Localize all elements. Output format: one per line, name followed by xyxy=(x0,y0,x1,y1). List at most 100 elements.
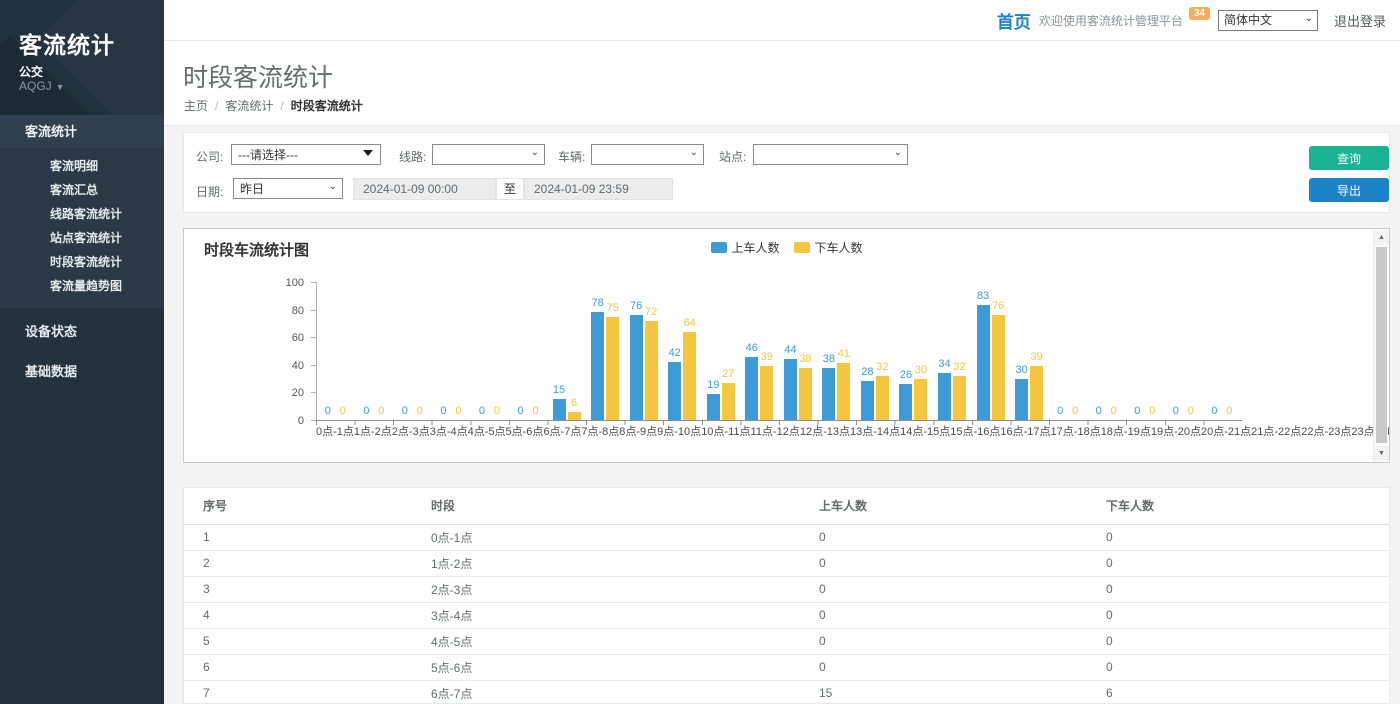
table-row[interactable]: 10点-1点00 xyxy=(184,524,1389,550)
sidebar-item-trend-chart[interactable]: 客流量趋势图 xyxy=(0,274,164,298)
bar-group: 8376 xyxy=(971,282,1010,420)
bar-value-label: 0 xyxy=(378,406,384,417)
home-link[interactable]: 首页 xyxy=(997,8,1031,33)
sidebar-item-base-data[interactable]: 基础数据 xyxy=(0,356,164,388)
bar-value-label: 0 xyxy=(517,406,523,417)
bar-value-label: 34 xyxy=(938,359,950,370)
chart-vertical-scrollbar[interactable]: ▲ ▼ xyxy=(1373,230,1388,461)
bar-group: 3039 xyxy=(1010,282,1049,420)
bar[interactable] xyxy=(938,373,951,420)
query-button[interactable]: 查询 xyxy=(1309,146,1389,170)
line-select[interactable] xyxy=(432,144,545,165)
table-row[interactable]: 43点-4点00 xyxy=(184,602,1389,628)
bar[interactable] xyxy=(630,315,643,420)
bar[interactable] xyxy=(645,321,658,420)
bar-group: 00 xyxy=(1125,282,1164,420)
bar[interactable] xyxy=(822,368,835,420)
bar[interactable] xyxy=(799,368,812,420)
table-row[interactable]: 65点-6点00 xyxy=(184,654,1389,680)
bar-wrap: 83 xyxy=(977,282,990,420)
bar-value-label: 38 xyxy=(823,354,835,365)
bar-value-label: 76 xyxy=(992,301,1004,312)
bar[interactable] xyxy=(722,383,735,420)
export-button[interactable]: 导出 xyxy=(1309,178,1389,202)
x-axis-tick-label: 20点-21点 xyxy=(1201,427,1251,438)
bar[interactable] xyxy=(876,376,889,420)
table-row[interactable]: 21点-2点00 xyxy=(184,550,1389,576)
scroll-up-arrow-icon[interactable]: ▲ xyxy=(1374,230,1389,245)
bar[interactable] xyxy=(1030,366,1043,420)
bar-wrap: 39 xyxy=(1030,282,1043,420)
bar[interactable] xyxy=(553,399,566,420)
bar[interactable] xyxy=(606,317,619,421)
bar[interactable] xyxy=(837,363,850,420)
logout-link[interactable]: 退出登录 xyxy=(1334,11,1386,30)
language-select[interactable]: 简体中文 xyxy=(1218,10,1318,31)
chart-x-labels: 0点-1点1点-2点2点-3点3点-4点4点-5点5点-6点6点-7点7点-8点… xyxy=(316,427,1241,438)
legend-item[interactable]: 上车人数 xyxy=(710,239,779,256)
notification-badge[interactable]: 34 xyxy=(1189,7,1210,20)
bar-wrap: 0 xyxy=(437,282,450,420)
date-preset-select[interactable]: 昨日 xyxy=(233,178,343,199)
sidebar-item-passenger-detail[interactable]: 客流明细 xyxy=(0,154,164,178)
sidebar-item-line-stats[interactable]: 线路客流统计 xyxy=(0,202,164,226)
bar[interactable] xyxy=(992,315,1005,420)
date-end-input[interactable] xyxy=(524,178,673,200)
legend-swatch-icon xyxy=(794,242,810,253)
table-row[interactable]: 54点-5点00 xyxy=(184,628,1389,654)
bar[interactable] xyxy=(683,332,696,420)
chevron-down-icon: ▼ xyxy=(56,82,65,92)
bar[interactable] xyxy=(861,381,874,420)
table-cell: 6 xyxy=(184,654,412,680)
bar-wrap: 38 xyxy=(822,282,835,420)
bar-value-label: 83 xyxy=(977,291,989,302)
sidebar-item-period-stats[interactable]: 时段客流统计 xyxy=(0,250,164,274)
bar-value-label: 0 xyxy=(1096,406,1102,417)
sidebar-header: 客流统计 公交 AQGJ▼ xyxy=(0,0,164,115)
org-code-dropdown[interactable]: AQGJ▼ xyxy=(19,79,65,93)
date-label: 日期: xyxy=(196,183,223,200)
bar[interactable] xyxy=(591,312,604,420)
company-select[interactable]: ---请选择--- xyxy=(231,144,381,165)
bar[interactable] xyxy=(914,379,927,420)
bar[interactable] xyxy=(745,357,758,420)
table-cell: 0 xyxy=(1087,550,1389,576)
breadcrumb-section[interactable]: 客流统计 xyxy=(225,99,273,113)
bar-value-label: 0 xyxy=(325,406,331,417)
bar-value-label: 38 xyxy=(799,354,811,365)
x-axis-tick-label: 4点-5点 xyxy=(468,427,506,438)
sidebar-item-station-stats[interactable]: 站点客流统计 xyxy=(0,226,164,250)
y-axis-tick-label: 0 xyxy=(274,415,304,427)
bar-wrap: 46 xyxy=(745,282,758,420)
sidebar-item-passenger-stats[interactable]: 客流统计 xyxy=(0,115,164,148)
x-axis-tick-label: 9点-10点 xyxy=(657,427,701,438)
vehicle-select[interactable] xyxy=(591,144,704,165)
x-axis-tick-label: 5点-6点 xyxy=(506,427,544,438)
bar[interactable] xyxy=(953,376,966,420)
scrollbar-thumb[interactable] xyxy=(1376,247,1387,443)
bar[interactable] xyxy=(977,305,990,420)
table-row[interactable]: 76点-7点156 xyxy=(184,680,1389,704)
y-axis-tick-label: 80 xyxy=(274,305,304,317)
bar[interactable] xyxy=(668,362,681,420)
bar[interactable] xyxy=(1015,379,1028,420)
sidebar-item-device-status[interactable]: 设备状态 xyxy=(0,316,164,348)
bar-group: 156 xyxy=(547,282,586,420)
table-row[interactable]: 32点-3点00 xyxy=(184,576,1389,602)
legend-item[interactable]: 下车人数 xyxy=(794,239,863,256)
breadcrumb-home[interactable]: 主页 xyxy=(184,99,208,113)
sidebar-item-passenger-summary[interactable]: 客流汇总 xyxy=(0,178,164,202)
bar-value-label: 0 xyxy=(1226,406,1232,417)
bar[interactable] xyxy=(707,394,720,420)
table-cell: 15 xyxy=(800,680,1087,704)
scroll-down-arrow-icon[interactable]: ▼ xyxy=(1374,446,1389,461)
bar[interactable] xyxy=(568,412,581,420)
bar-wrap: 0 xyxy=(1069,282,1082,420)
bar[interactable] xyxy=(760,366,773,420)
bar-value-label: 42 xyxy=(669,348,681,359)
bar[interactable] xyxy=(899,384,912,420)
date-start-input[interactable] xyxy=(353,178,496,200)
bar-wrap: 38 xyxy=(799,282,812,420)
bar[interactable] xyxy=(784,359,797,420)
station-select[interactable] xyxy=(753,144,908,165)
